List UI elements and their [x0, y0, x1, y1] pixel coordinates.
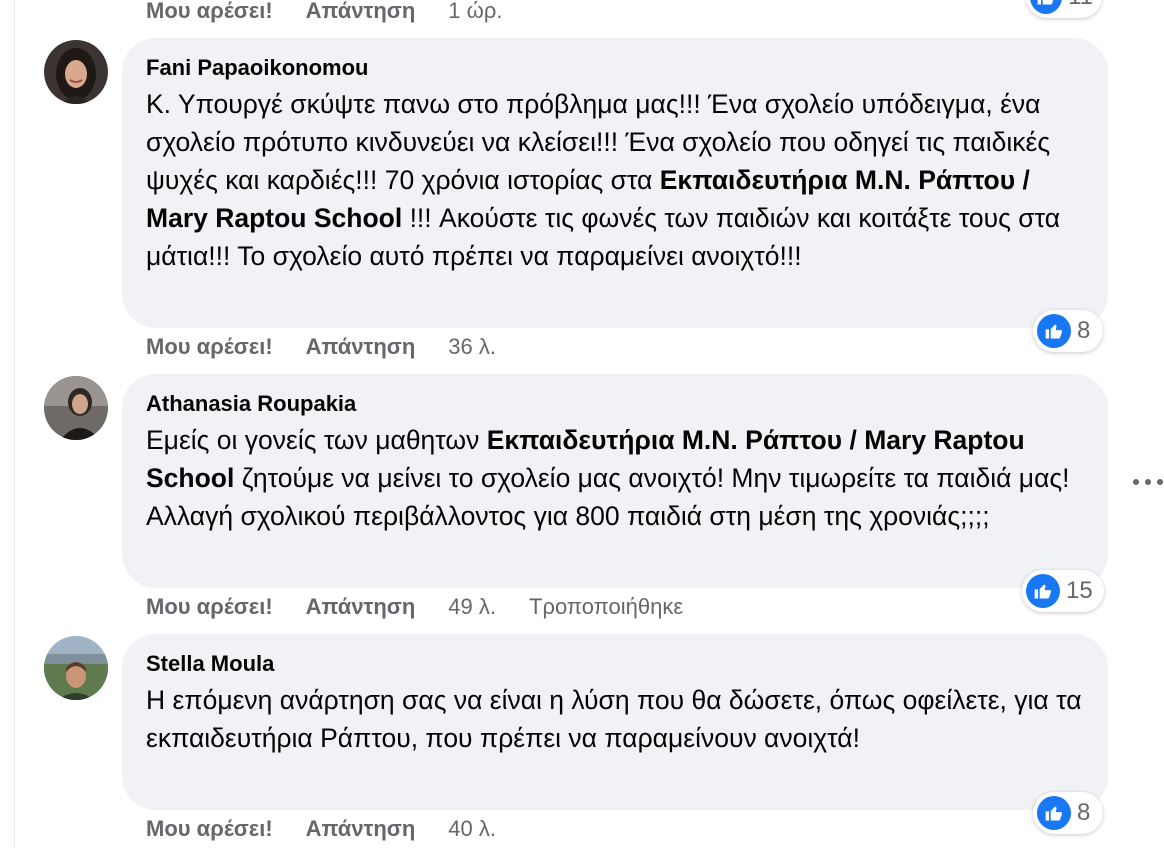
reply-action[interactable]: Απάντηση [306, 334, 416, 360]
reaction-count: 15 [1066, 577, 1093, 604]
like-action[interactable]: Μου αρέσει! [146, 334, 273, 360]
reaction-badge[interactable]: 8 [1033, 310, 1103, 352]
reaction-badge[interactable]: 15 [1022, 570, 1104, 612]
comment-author[interactable]: Fani Papaoikonomou [146, 55, 1082, 81]
reply-action[interactable]: Απάντηση [306, 594, 416, 620]
comment-time[interactable]: 1 ώρ. [448, 0, 502, 24]
like-thumb-icon [1030, 0, 1063, 14]
like-action[interactable]: Μου αρέσει! [146, 594, 273, 620]
dot [1157, 479, 1163, 485]
avatar[interactable] [44, 636, 108, 700]
reaction-count: 8 [1077, 317, 1091, 344]
edited-label[interactable]: Τροποποιήθηκε [529, 594, 683, 620]
avatar[interactable] [44, 376, 108, 440]
reaction-count: 8 [1077, 799, 1091, 826]
avatar[interactable] [44, 40, 108, 104]
more-options-icon[interactable] [1133, 470, 1163, 494]
comment-bubble: Athanasia Roupakia Εμείς οι γονείς των μ… [122, 374, 1108, 588]
comment-text-part: ζητούμε να μείνει το σχολείο μας ανοιχτό… [146, 463, 1070, 531]
thread-line [0, 0, 15, 848]
previous-comment-actions: Μου αρέσει! Απάντηση 1 ώρ. [146, 0, 535, 26]
comment-actions: Μου αρέσει! Απάντηση 36 λ. [146, 332, 529, 362]
like-action[interactable]: Μου αρέσει! [146, 816, 273, 842]
comment-text: Κ. Υπουργέ σκύψτε πανω στο πρόβλημα μας!… [146, 85, 1082, 275]
comment-author[interactable]: Athanasia Roupakia [146, 391, 1082, 417]
comment-actions: Μου αρέσει! Απάντηση 49 λ. Τροποποιήθηκε [146, 592, 683, 622]
like-thumb-icon [1037, 314, 1071, 348]
comment-bubble: Fani Papaoikonomou Κ. Υπουργέ σκύψτε παν… [122, 38, 1108, 328]
like-thumb-icon [1026, 574, 1060, 608]
comments-panel: Μου αρέσει! Απάντηση 1 ώρ. 11 Fani Papao… [0, 0, 1164, 848]
reply-action[interactable]: Απάντηση [306, 0, 416, 24]
reaction-badge[interactable]: 8 [1033, 792, 1103, 834]
comment-time[interactable]: 49 λ. [448, 594, 496, 620]
dot [1145, 479, 1151, 485]
reply-action[interactable]: Απάντηση [306, 816, 416, 842]
comment-text-part: Εμείς οι γονείς των μαθητων [146, 425, 487, 455]
comment-actions: Μου αρέσει! Απάντηση 40 λ. [146, 814, 529, 844]
comment-text: Η επόμενη ανάρτηση σας να είναι η λύση π… [146, 685, 1082, 753]
like-thumb-icon [1037, 796, 1071, 830]
comment-time[interactable]: 36 λ. [448, 334, 496, 360]
previous-reaction-badge[interactable]: 11 [1026, 0, 1102, 18]
comment-time[interactable]: 40 λ. [448, 816, 496, 842]
comment-text: Εμείς οι γονείς των μαθητων Εκπαιδευτήρι… [146, 421, 1082, 535]
dot [1133, 479, 1139, 485]
comment-author[interactable]: Stella Moula [146, 651, 1082, 677]
reaction-count: 11 [1068, 0, 1093, 11]
like-action[interactable]: Μου αρέσει! [146, 0, 273, 24]
comment-bubble: Stella Moula Η επόμενη ανάρτηση σας να ε… [122, 634, 1108, 810]
